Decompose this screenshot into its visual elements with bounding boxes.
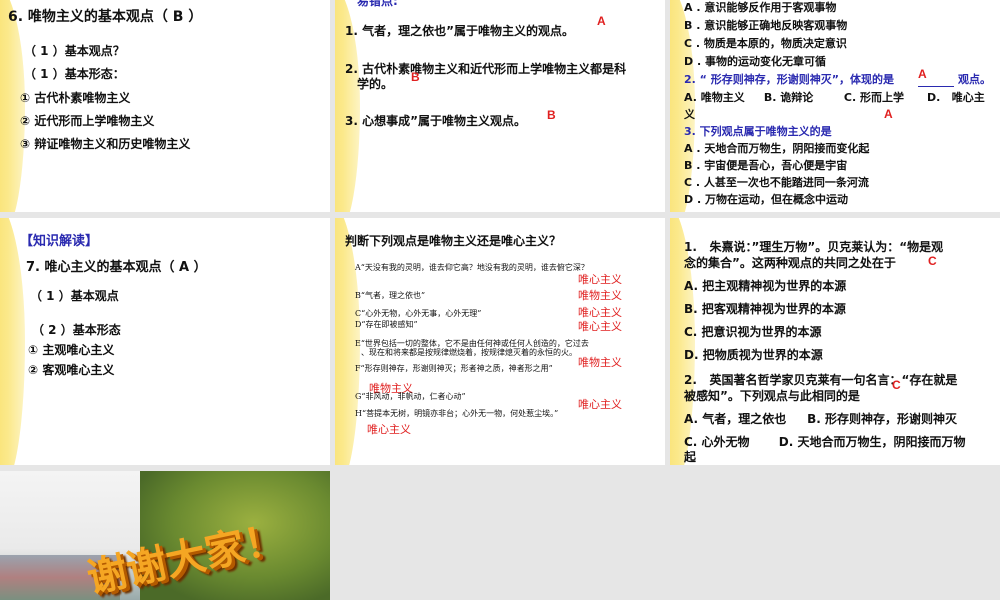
option: B . 宇宙便是吾心，吾心便是宇宙 — [684, 159, 848, 172]
slide-thumbnail-3[interactable]: A . 意识能够反作用于客观事物 B . 意识能够正确地反映客观事物 C . 物… — [670, 0, 1000, 212]
question: 2. “ 形存则神存，形谢则神灭”，体现的是 — [684, 73, 894, 86]
option: D . 事物的运动变化无章可循 — [684, 55, 826, 68]
statement: F“形存则神存，形谢则神灭；形者神之质，神者形之用” — [355, 364, 553, 373]
slide-line: ③ 辩证唯物主义和历史唯物主义 — [20, 137, 191, 151]
answer: 唯物主义 — [578, 356, 622, 369]
options: A. 唯物主义 B. 诡辩论 C. 形而上学 D. 唯心主 — [684, 91, 985, 104]
question-end: 观点。 — [958, 73, 991, 86]
answer: 唯心主义 — [578, 273, 622, 286]
question: 念的集合”。这两种观点的共同之处在于 — [684, 256, 896, 270]
slide-decoration — [0, 0, 25, 212]
answer: 唯物主义 — [578, 289, 622, 302]
statement: A“天没有我的灵明，谁去仰它高？地没有我的灵明，谁去俯它深？ — [355, 263, 589, 272]
slide-thumbnail-2[interactable]: 易错点: 1. 气者，理之依也”属于唯物主义的观点。 A 2. 古代朴素唯物主义… — [335, 0, 665, 212]
slide-line: （ 1 ）基本观点？ — [24, 44, 125, 58]
slide-line: ② 近代形而上学唯物主义 — [20, 114, 155, 128]
question: 1. 朱熹说：”理生万物”。贝克莱认为：“物是观 — [684, 240, 944, 254]
answer: A — [918, 62, 954, 87]
option: C . 物质是本原的，物质决定意识 — [684, 37, 847, 50]
statement: H“菩提本无树，明镜亦非台；心外无一物，何处惹尘埃。” — [355, 409, 559, 418]
option: 起 — [684, 450, 697, 464]
slide-thumbnail-6[interactable]: 1. 朱熹说：”理生万物”。贝克莱认为：“物是观 念的集合”。这两种观点的共同之… — [670, 218, 1000, 465]
question: 学的。 — [357, 77, 394, 91]
option: D . 万物在运动，但在概念中运动 — [684, 193, 848, 206]
answer: C — [928, 254, 937, 268]
slide-header: 易错点: — [357, 0, 398, 8]
option: A. 气者，理之依也 B. 形存则神存，形谢则神灭 — [684, 412, 958, 426]
slide-line: ② 客观唯心主义 — [28, 363, 115, 377]
answer: 唯心主义 — [578, 398, 622, 411]
slide-line: （ 2 ）基本形态 — [32, 323, 121, 337]
slide-line: ① 主观唯心主义 — [28, 343, 115, 357]
answer: A — [597, 14, 606, 28]
slide-title: 6. 唯物主义的基本观点（ B ） — [8, 9, 203, 25]
question: 2. 英国著名哲学家贝克莱有一句名言：“存在就是 — [684, 373, 958, 387]
slide-thumbnail-4[interactable]: 【知识解读】 7. 唯心主义的基本观点（ A ） （ 1 ）基本观点 （ 2 ）… — [0, 218, 330, 465]
slide-line: ① 古代朴素唯物主义 — [20, 91, 131, 105]
slide-header: 【知识解读】 — [20, 234, 99, 249]
option: B. 把客观精神视为世界的本源 — [684, 302, 846, 316]
answer: 唯心主义 — [578, 320, 622, 333]
question: 1. 气者，理之依也”属于唯物主义的观点。 — [345, 24, 574, 38]
answer: C — [892, 378, 901, 392]
slide-title: 7. 唯心主义的基本观点（ A ） — [26, 260, 207, 275]
answer: 唯心主义 — [367, 423, 411, 436]
slide-line: （ 1 ）基本形态： — [24, 67, 125, 81]
option: A. 把主观精神视为世界的本源 — [684, 279, 847, 293]
option: A . 意识能够反作用于客观事物 — [684, 1, 837, 14]
statement: 、现在和将来都是按规律燃烧着，按规律熄灭着的永恒的火。 — [361, 348, 577, 357]
statement: G“非风动，非帆动，仁者心动” — [355, 392, 466, 401]
option: D. 把物质视为世界的本源 — [684, 348, 823, 362]
question: 3. 心想事成”属于唯物主义观点。 — [345, 114, 526, 128]
answer: B — [411, 70, 420, 84]
statement: C“心外无物，心外无事，心外无理” — [355, 309, 482, 318]
slide-line: （ 1 ）基本观点 — [30, 289, 119, 303]
slide-thumbnail-5[interactable]: 判断下列观点是唯物主义还是唯心主义？ A“天没有我的灵明，谁去仰它高？地没有我的… — [335, 218, 665, 465]
options: 义 — [684, 108, 695, 121]
slide-title: 判断下列观点是唯物主义还是唯心主义？ — [345, 234, 562, 248]
option: C. 心外无物 D. 天地合而万物生，阴阳接而万物 — [684, 435, 966, 449]
option: C . 人甚至一次也不能踏进同一条河流 — [684, 176, 869, 189]
option: A . 天地合而万物生，阴阳接而变化起 — [684, 142, 870, 155]
slide-thumbnail-1[interactable]: 6. 唯物主义的基本观点（ B ） （ 1 ）基本观点？ （ 1 ）基本形态： … — [0, 0, 330, 212]
question: 3. 下列观点属于唯物主义的是 — [684, 125, 832, 138]
question: 被感知”。下列观点与此相同的是 — [684, 389, 860, 403]
slide-decoration — [0, 218, 25, 465]
statement: D“存在即被感知” — [355, 320, 418, 329]
statement: B“气者，理之依也” — [355, 291, 426, 300]
answer: A — [884, 107, 893, 121]
option: C. 把意识视为世界的本源 — [684, 325, 822, 339]
slide-thumbnail-7[interactable]: 谢谢大家！ — [0, 471, 330, 600]
answer: B — [547, 108, 556, 122]
option: B . 意识能够正确地反映客观事物 — [684, 19, 848, 32]
